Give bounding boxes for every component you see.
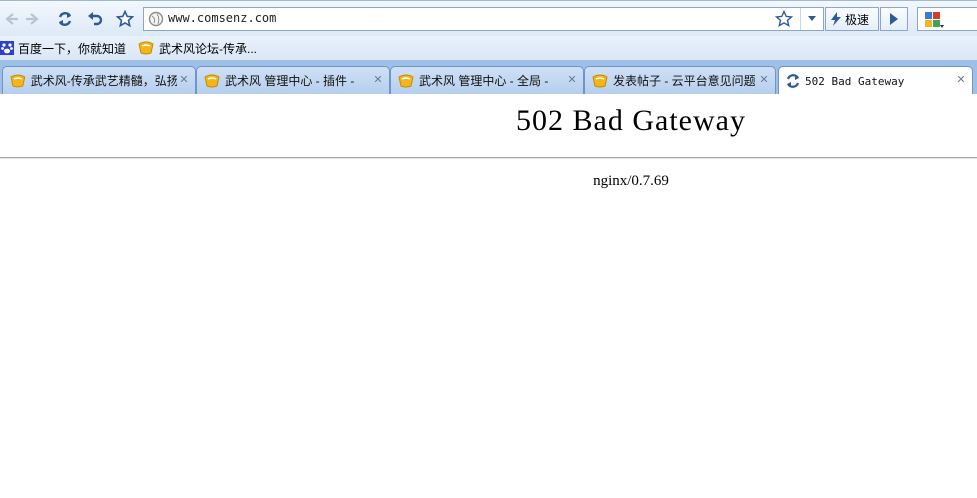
close-icon[interactable]: ✕ (955, 74, 967, 86)
loading-icon (786, 74, 800, 88)
server-signature: nginx/0.7.69 (593, 173, 669, 189)
speed-mode-button[interactable]: 极速 (825, 7, 879, 31)
discuz-icon (204, 74, 220, 87)
close-icon[interactable]: ✕ (178, 74, 190, 86)
lightning-icon (831, 12, 841, 26)
back-arrow-icon (5, 13, 18, 25)
tab-admin-global[interactable]: 武术风 管理中心 - 全局 - ✕ (390, 66, 584, 94)
search-box[interactable] (917, 7, 977, 31)
star-icon (116, 10, 134, 28)
bookmarks-bar: 百度一下，你就知道 武术风论坛-传承... (0, 36, 977, 60)
close-icon[interactable]: ✕ (758, 74, 770, 86)
bookmark-star-icon[interactable] (774, 9, 794, 31)
address-dropdown-button[interactable] (800, 8, 823, 30)
tab-label: 502 Bad Gateway (805, 74, 905, 88)
tab-post-topic[interactable]: 发表帖子 - 云平台意见问题 ✕ (584, 66, 776, 94)
undo-close-button[interactable] (84, 8, 106, 30)
forward-arrow-icon (26, 13, 39, 25)
tab-label: 武术风 管理中心 - 全局 - (419, 74, 549, 88)
bookmark-label: 百度一下，你就知道 (18, 41, 127, 56)
tab-label: 武术风 管理中心 - 插件 - (225, 74, 355, 88)
divider (0, 157, 977, 159)
speed-mode-label: 极速 (845, 12, 870, 27)
search-engine-icon[interactable] (924, 11, 944, 32)
url-text[interactable]: www.comsenz.com (168, 11, 276, 25)
tab-bad-gateway[interactable]: 502 Bad Gateway ✕ (778, 66, 973, 95)
discuz-icon (10, 74, 26, 87)
close-icon[interactable]: ✕ (372, 74, 384, 86)
tab-wushufeng-home[interactable]: 武术风-传承武艺精髓，弘扬 ✕ (2, 66, 196, 94)
bookmark-wushufeng[interactable]: 武术风论坛-传承... (137, 38, 257, 58)
bookmark-baidu[interactable]: 百度一下，你就知道 (0, 38, 126, 58)
tab-strip: 武术风-传承武艺精髓，弘扬 ✕ 武术风 管理中心 - 插件 - ✕ 武术风 管理… (0, 60, 977, 95)
bookmark-label: 武术风论坛-传承... (159, 41, 257, 56)
discuz-icon (398, 74, 414, 87)
tab-label: 发表帖子 - 云平台意见问题 (613, 74, 756, 88)
back-button[interactable] (0, 8, 22, 30)
tab-label: 武术风-传承武艺精髓，弘扬 (30, 74, 177, 88)
close-icon[interactable]: ✕ (566, 74, 578, 86)
undo-icon (88, 12, 103, 26)
discuz-icon (592, 74, 608, 87)
forward-button[interactable] (22, 8, 44, 30)
page-content: 502 Bad Gateway nginx/0.7.69 (0, 94, 977, 498)
error-heading: 502 Bad Gateway (516, 104, 746, 137)
tab-admin-plugins[interactable]: 武术风 管理中心 - 插件 - ✕ (196, 66, 390, 94)
discuz-icon (138, 41, 154, 55)
reload-icon (58, 12, 72, 26)
play-icon (890, 13, 898, 25)
address-bar[interactable]: www.comsenz.com (143, 7, 824, 31)
chevron-down-icon (808, 16, 816, 21)
paw-icon (0, 41, 14, 55)
favorites-button[interactable] (114, 8, 136, 30)
navigation-toolbar: www.comsenz.com 极速 (0, 0, 977, 36)
globe-icon (148, 11, 164, 30)
play-button[interactable] (880, 7, 908, 31)
reload-button[interactable] (54, 8, 76, 30)
